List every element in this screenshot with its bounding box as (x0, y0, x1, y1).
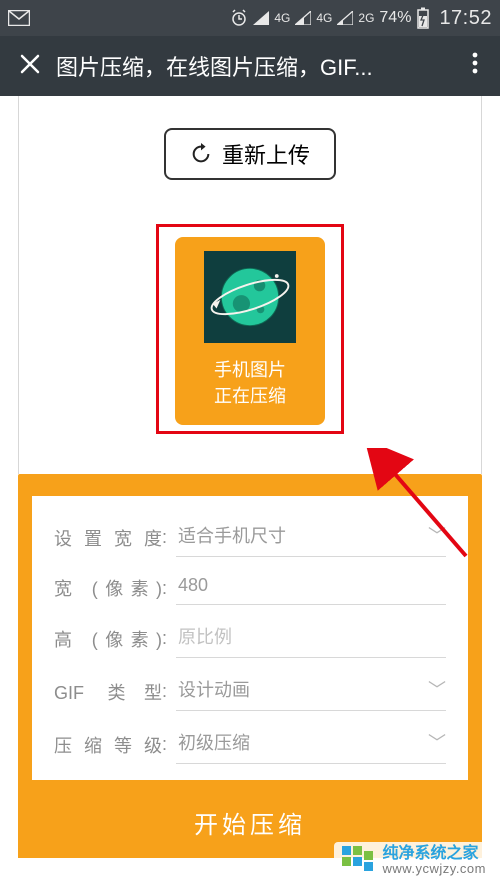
gif-type-select[interactable]: 设计动画 ﹀ (176, 672, 446, 711)
page-title: 图片压缩，在线图片压缩，GIF... (50, 50, 460, 82)
height-px-input[interactable]: 原比例 (176, 619, 446, 658)
signal-3-icon (337, 11, 353, 25)
row-label-width-px: 宽 (像素) (54, 575, 162, 601)
row-label-level: 压缩等级 (54, 732, 162, 758)
more-menu-icon[interactable] (460, 52, 490, 80)
reupload-label: 重新上传 (222, 138, 310, 170)
chevron-down-icon: ﹀ (428, 676, 446, 702)
watermark-name: 纯净系统之家 (382, 846, 486, 863)
row-label-gif-type: GIF 类型 (54, 679, 162, 705)
row-label-width-preset: 设置宽度 (54, 525, 162, 551)
highlight-frame: 手机图片 正在压缩 (156, 224, 344, 434)
alarm-icon (230, 9, 248, 27)
network-1-label: 4G (274, 13, 290, 23)
battery-percent: 74% (379, 9, 411, 27)
android-status-bar: 4G 4G 2G 74% 17:52 (0, 0, 500, 36)
planet-icon (204, 251, 296, 343)
clock-time: 17:52 (439, 7, 492, 30)
network-3-label: 2G (358, 13, 374, 23)
watermark: 纯净系统之家 www.ycwjzy.com (334, 842, 494, 880)
page-content: 重新上传 手 (0, 96, 500, 474)
width-preset-select[interactable]: 适合手机尺寸 ﹀ (176, 518, 446, 557)
close-icon[interactable] (10, 51, 50, 82)
row-label-height-px: 高 (像素) (54, 626, 162, 652)
chevron-down-icon: ﹀ (428, 729, 446, 755)
compressing-card: 手机图片 正在压缩 (175, 237, 325, 425)
signal-1-icon (253, 11, 269, 25)
card-status-text: 手机图片 正在压缩 (214, 357, 286, 409)
watermark-logo-icon (342, 846, 376, 876)
settings-panel: 设置宽度 : 适合手机尺寸 ﹀ 宽 (像素) : 480 高 (像素) : 原比… (18, 474, 482, 858)
chevron-down-icon: ﹀ (428, 522, 446, 548)
upload-area: 重新上传 手 (18, 114, 482, 474)
reload-icon (190, 143, 212, 165)
network-2-label: 4G (316, 13, 332, 23)
battery-charging-icon (416, 7, 430, 29)
watermark-url: www.ycwjzy.com (382, 862, 486, 876)
width-px-input[interactable]: 480 (176, 571, 446, 605)
reupload-button[interactable]: 重新上传 (164, 128, 336, 180)
compress-level-select[interactable]: 初级压缩 ﹀ (176, 725, 446, 764)
signal-2-icon (295, 11, 311, 25)
webview-title-bar: 图片压缩，在线图片压缩，GIF... (0, 36, 500, 96)
mail-icon (8, 10, 30, 26)
